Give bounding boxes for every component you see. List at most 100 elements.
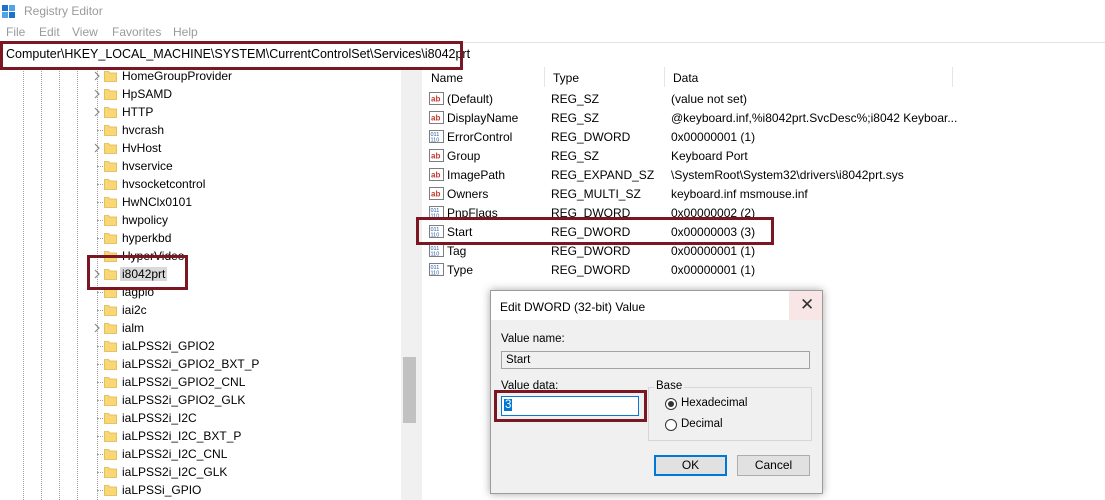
folder-icon	[104, 449, 117, 460]
value-name: Group	[447, 149, 481, 163]
value-name: ImagePath	[447, 168, 506, 182]
dialog-close-button[interactable]: ✕	[789, 291, 822, 320]
tree-item[interactable]: iaLPSS2i_GPIO2_CNL	[0, 373, 400, 391]
value-row[interactable]: ab Group REG_SZ Keyboard Port	[422, 146, 1105, 165]
tree-item[interactable]: hvsocketcontrol	[0, 175, 400, 193]
folder-icon	[104, 341, 117, 352]
highlight-i8042prt	[87, 255, 188, 290]
tree-item[interactable]: iaLPSS2i_I2C_GLK	[0, 463, 400, 481]
chevron-right-icon[interactable]	[91, 70, 103, 82]
menu-help[interactable]: Help	[173, 25, 198, 39]
value-row[interactable]: 011 110 Type REG_DWORD 0x00000001 (1)	[422, 260, 1105, 279]
window-title: Registry Editor	[24, 4, 103, 18]
tree-item[interactable]: iaLPSS2i_I2C	[0, 409, 400, 427]
string-value-icon: ab	[429, 168, 444, 181]
tree-connector	[97, 382, 103, 383]
tree-item[interactable]: hwpolicy	[0, 211, 400, 229]
tree-item[interactable]: HwNClx0101	[0, 193, 400, 211]
value-row[interactable]: 011 110 ErrorControl REG_DWORD 0x00000001 (1…	[422, 127, 1105, 146]
decimal-radio[interactable]	[665, 419, 677, 431]
hexadecimal-label[interactable]: Hexadecimal	[681, 397, 747, 409]
tree-item[interactable]: i8042prt	[0, 265, 400, 283]
folder-icon	[104, 197, 117, 208]
folder-icon	[104, 107, 117, 118]
cancel-button[interactable]: Cancel	[737, 455, 810, 476]
tree-connector	[97, 184, 103, 185]
menu-file[interactable]: File	[6, 25, 25, 39]
hexadecimal-radio[interactable]	[665, 398, 677, 410]
tree-item-label: iaLPSSi_GPIO	[122, 483, 202, 497]
menu-favorites[interactable]: Favorites	[112, 25, 161, 39]
tree-item-label: hwpolicy	[122, 213, 169, 227]
string-value-icon: ab	[429, 187, 444, 200]
value-name: ErrorControl	[447, 130, 513, 144]
value-type: REG_SZ	[551, 92, 600, 106]
tree-item-label: iaLPSS2i_I2C	[122, 411, 197, 425]
value-data: Keyboard Port	[671, 149, 748, 163]
menu-view[interactable]: View	[72, 25, 98, 39]
tree-item[interactable]: iaLPSS2i_GPIO2_GLK	[0, 391, 400, 409]
tree-item[interactable]: iaLPSS2i_I2C_CNL	[0, 445, 400, 463]
tree-item-label: HwNClx0101	[122, 195, 193, 209]
value-row[interactable]: ab DisplayName REG_SZ @keyboard.inf,%i8042p…	[422, 108, 1105, 127]
chevron-right-icon[interactable]	[91, 88, 103, 100]
tree-connector	[97, 202, 103, 203]
chevron-right-icon[interactable]	[91, 142, 103, 154]
menu-edit[interactable]: Edit	[39, 25, 60, 39]
tree-item[interactable]: iaLPSS2i_GPIO2_BXT_P	[0, 355, 400, 373]
tree-item[interactable]: ialm	[0, 319, 400, 337]
svg-text:ab: ab	[431, 114, 440, 123]
tree-item[interactable]: HpSAMD	[0, 85, 400, 103]
tree-item-label: HpSAMD	[122, 87, 173, 101]
tree-scrollbar-thumb[interactable]	[403, 357, 416, 423]
dialog-title-bar: Edit DWORD (32-bit) Value ✕	[491, 291, 822, 320]
tree-item[interactable]: iaLPSSi_GPIO	[0, 481, 400, 499]
string-value-icon: ab	[429, 111, 444, 124]
folder-icon	[104, 359, 117, 370]
highlight-start-row	[416, 217, 774, 245]
base-group	[648, 387, 812, 441]
column-name[interactable]: Name	[422, 67, 545, 87]
column-type[interactable]: Type	[544, 67, 665, 87]
value-type: REG_SZ	[551, 149, 600, 163]
tree-item[interactable]: HyperVideo	[0, 247, 400, 265]
decimal-label[interactable]: Decimal	[681, 418, 723, 430]
tree-item-label: iaLPSS2i_I2C_BXT_P	[122, 429, 242, 443]
tree-item[interactable]: hvservice	[0, 157, 400, 175]
value-row[interactable]: ab ImagePath REG_EXPAND_SZ \SystemRoot\Syst…	[422, 165, 1105, 184]
folder-icon	[104, 413, 117, 424]
chevron-right-icon[interactable]	[91, 322, 103, 334]
folder-icon	[104, 233, 117, 244]
tree-item[interactable]: HvHost	[0, 139, 400, 157]
tree-item[interactable]: hyperkbd	[0, 229, 400, 247]
value-row[interactable]: ab Owners REG_MULTI_SZ keyboard.inf msmouse…	[422, 184, 1105, 203]
tree-item-label: hyperkbd	[122, 231, 172, 245]
ok-button[interactable]: OK	[654, 455, 727, 476]
tree-item[interactable]: iai2c	[0, 301, 400, 319]
tree-item[interactable]: iaLPSS2i_I2C_BXT_P	[0, 427, 400, 445]
key-tree[interactable]: HomeGroupProvider HpSAMD HTTP hvcrash HvHost…	[0, 67, 418, 500]
tree-connector	[97, 130, 103, 131]
tree-connector	[97, 490, 103, 491]
value-data: keyboard.inf msmouse.inf	[671, 187, 808, 201]
tree-scrollbar[interactable]	[401, 67, 418, 500]
value-data: 0x00000001 (1)	[671, 130, 756, 144]
value-name: DisplayName	[447, 111, 519, 125]
tree-connector	[97, 454, 103, 455]
tree-item[interactable]: iagpio	[0, 283, 400, 301]
title-bar: Registry Editor	[0, 0, 1105, 23]
column-data[interactable]: Data	[664, 67, 953, 87]
binary-value-icon: 011110	[429, 244, 444, 257]
value-row[interactable]: ab (Default) REG_SZ (value not set)	[422, 89, 1105, 108]
folder-icon	[104, 467, 117, 478]
tree-item[interactable]: hvcrash	[0, 121, 400, 139]
tree-item[interactable]: iaLPSS2i_GPIO2	[0, 337, 400, 355]
value-name-label: Value name:	[501, 333, 565, 345]
chevron-right-icon[interactable]	[91, 106, 103, 118]
base-group-label: Base	[654, 380, 685, 392]
value-data: @keyboard.inf,%i8042prt.SvcDesc%;i8042 K…	[671, 111, 958, 125]
tree-item[interactable]: HTTP	[0, 103, 400, 121]
svg-text:ab: ab	[431, 190, 440, 199]
folder-icon	[104, 179, 117, 190]
tree-connector	[97, 166, 103, 167]
